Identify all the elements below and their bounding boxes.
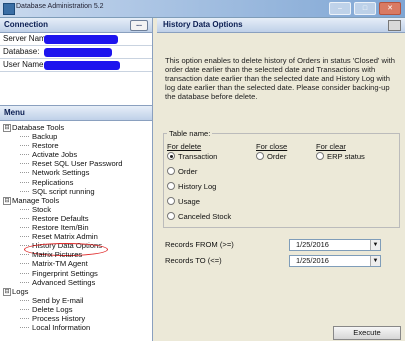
- radio-label: ERP status: [327, 152, 365, 161]
- menu-item-matrix-pictures[interactable]: Matrix Pictures: [2, 250, 152, 259]
- dropdown-arrow-icon[interactable]: ▼: [370, 240, 380, 250]
- maximize-button[interactable]: □: [354, 2, 376, 15]
- panel-title: History Data Options: [163, 20, 243, 29]
- left-panel: Connection ... Server Name: Database: Us…: [0, 18, 153, 341]
- records-from-label: Records FROM (>=): [165, 240, 234, 249]
- database-label: Database:: [3, 47, 40, 56]
- records-from-value: 1/25/2016: [296, 240, 329, 249]
- menu-item-fingerprint-settings[interactable]: Fingerprint Settings: [2, 269, 152, 278]
- window-title: Database Administration 5.2: [16, 3, 104, 10]
- menu-item-history-data-options[interactable]: History Data Options: [2, 241, 152, 257]
- radio-label: Transaction: [178, 152, 218, 161]
- radio-history-log[interactable]: History Log: [167, 182, 216, 191]
- app-icon: [3, 3, 15, 15]
- window-titlebar: Database Administration 5.2 – □ ✕: [0, 0, 405, 18]
- user-name-label: User Name: [3, 60, 44, 69]
- menu-item-reset-sql-user-password[interactable]: Reset SQL User Password: [2, 159, 152, 168]
- radio-icon: [167, 212, 175, 220]
- menu-item-activate-jobs[interactable]: Activate Jobs: [2, 150, 152, 159]
- dropdown-arrow-icon[interactable]: ▼: [370, 256, 380, 266]
- menu-item-restore-item-bin[interactable]: Restore Item/Bin: [2, 223, 152, 232]
- radio-order-delete[interactable]: Order: [167, 167, 197, 176]
- panel-options-icon[interactable]: [388, 20, 401, 31]
- history-data-options-panel: History Data Options This option enables…: [157, 18, 405, 341]
- menu-item-restore-defaults[interactable]: Restore Defaults: [2, 214, 152, 223]
- radio-icon: [167, 167, 175, 175]
- menu-item-advanced-settings[interactable]: Advanced Settings: [2, 278, 152, 287]
- records-to-date-picker[interactable]: 1/25/2016 ▼: [289, 255, 381, 267]
- radio-usage[interactable]: Usage: [167, 197, 200, 206]
- records-to-value: 1/25/2016: [296, 256, 329, 265]
- radio-icon: [256, 152, 264, 160]
- for-close-header: For close: [256, 142, 288, 151]
- connection-spacer: [0, 72, 152, 106]
- for-clear-header: For clear: [316, 142, 346, 151]
- menu-item-replications[interactable]: Replications: [2, 178, 152, 187]
- database-value-redacted: [44, 48, 112, 57]
- radio-label: Order: [267, 152, 287, 161]
- menu-item-stock[interactable]: Stock: [2, 205, 152, 214]
- menu-item-matrix-tm-agent[interactable]: Matrix-TM Agent: [2, 259, 152, 268]
- menu-item-send-by-email[interactable]: Send by E-mail: [2, 296, 152, 305]
- menu-item-network-settings[interactable]: Network Settings: [2, 168, 152, 177]
- close-button[interactable]: ✕: [379, 2, 401, 15]
- table-name-group: Table name: For delete For close For cle…: [163, 129, 400, 228]
- menu-item-restore[interactable]: Restore: [2, 141, 152, 150]
- minimize-button[interactable]: –: [329, 2, 351, 15]
- radio-label: Canceled Stock: [178, 212, 232, 221]
- menu-item-backup[interactable]: Backup: [2, 132, 152, 141]
- user-name-row: User Name: [0, 59, 152, 72]
- menu-title: Menu: [4, 108, 25, 117]
- description-text: This option enables to delete history of…: [165, 56, 395, 101]
- collapse-icon[interactable]: ⊟: [3, 124, 11, 132]
- menu-header: Menu: [0, 106, 152, 121]
- radio-transaction[interactable]: Transaction: [167, 152, 217, 161]
- database-row: Database:: [0, 46, 152, 59]
- connection-header: Connection ...: [0, 18, 152, 33]
- collapse-icon[interactable]: ⊟: [3, 287, 11, 296]
- radio-icon: [316, 152, 324, 160]
- table-name-label: Table name:: [167, 129, 213, 138]
- radio-icon: [167, 182, 175, 190]
- menu-group-label: Logs: [12, 286, 29, 296]
- menu-group-logs[interactable]: ⊟ Logs: [2, 287, 152, 296]
- radio-label: History Log: [178, 182, 217, 191]
- radio-erp-status[interactable]: ERP status: [316, 152, 365, 161]
- menu-item-process-history[interactable]: Process History: [2, 314, 152, 323]
- for-delete-header: For delete: [167, 142, 202, 151]
- radio-label: Order: [178, 167, 198, 176]
- radio-label: Usage: [178, 197, 200, 206]
- records-from-date-picker[interactable]: 1/25/2016 ▼: [289, 239, 381, 251]
- radio-order-close[interactable]: Order: [256, 152, 286, 161]
- collapse-icon[interactable]: ⊟: [3, 196, 11, 205]
- server-name-row: Server Name:: [0, 33, 152, 46]
- menu-item-reset-matrix-admin[interactable]: Reset Matrix Admin: [2, 232, 152, 241]
- connection-settings-button[interactable]: ...: [130, 20, 148, 31]
- server-name-value-redacted: [44, 35, 118, 44]
- radio-icon: [167, 197, 175, 205]
- menu-item-local-information[interactable]: Local Information: [2, 323, 152, 332]
- menu-item-delete-logs[interactable]: Delete Logs: [2, 305, 152, 314]
- menu-tree: ⊟ Database Tools Backup Restore Activate…: [0, 121, 152, 332]
- radio-selected-icon: [167, 152, 175, 160]
- menu-group-manage-tools[interactable]: ⊟ Manage Tools: [2, 196, 152, 205]
- menu-group-label: Database Tools: [12, 123, 65, 132]
- records-to-label: Records TO (<=): [165, 256, 222, 265]
- history-header: History Data Options: [157, 18, 405, 33]
- execute-button[interactable]: Execute: [333, 326, 401, 340]
- menu-item-sql-script-running[interactable]: SQL script running: [2, 187, 152, 196]
- menu-group-database-tools[interactable]: ⊟ Database Tools: [2, 123, 152, 132]
- connection-title: Connection: [4, 20, 48, 29]
- user-name-value-redacted: [44, 61, 120, 70]
- menu-group-label: Manage Tools: [12, 195, 60, 205]
- radio-canceled-stock[interactable]: Canceled Stock: [167, 212, 231, 221]
